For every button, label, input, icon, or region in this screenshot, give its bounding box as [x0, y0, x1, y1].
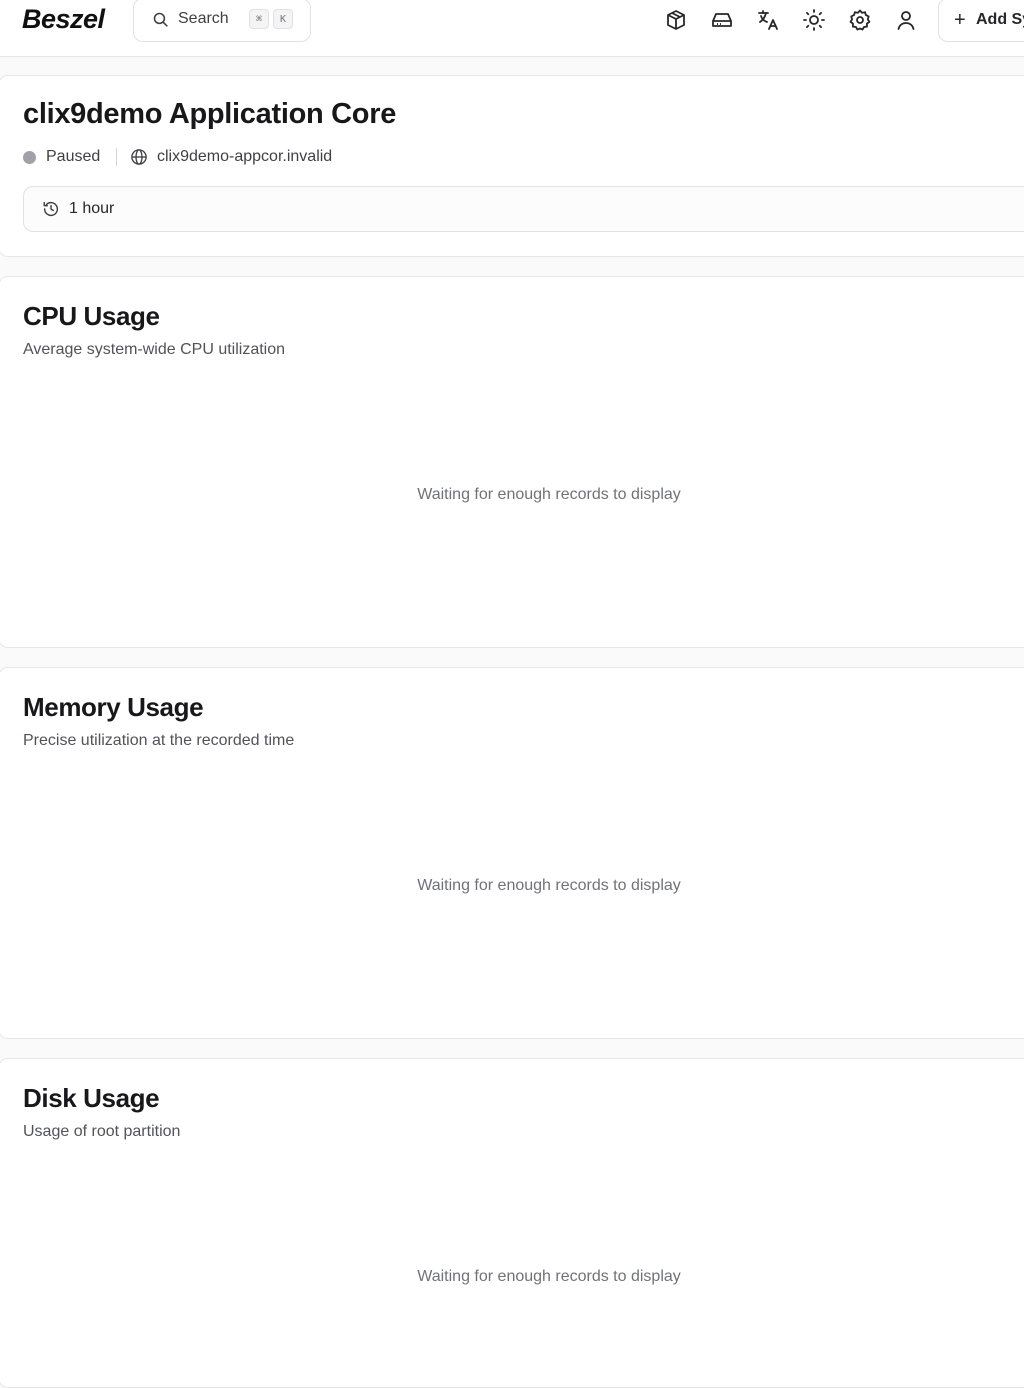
memory-chart-card: Memory Usage Precise utilization at the … [0, 667, 1024, 1039]
user-icon[interactable] [894, 8, 918, 32]
status-text: Paused [46, 148, 101, 165]
add-system-label: Add Sy [976, 11, 1024, 28]
chart-title: CPU Usage [23, 301, 160, 331]
search-button[interactable]: Search ⌘ K [133, 0, 311, 42]
top-navbar: Beszel Search ⌘ K + Add Sy [0, 0, 1024, 57]
chart-subtitle: Precise utilization at the recorded time [23, 732, 295, 749]
settings-gear-icon[interactable] [848, 8, 872, 32]
chart-empty-message: Waiting for enough records to display [417, 1268, 681, 1285]
chart-subtitle: Average system-wide CPU utilization [23, 341, 286, 358]
history-clock-icon [43, 201, 59, 217]
time-range-select[interactable]: 1 hour [23, 186, 1024, 232]
plus-icon: + [954, 9, 966, 31]
time-range-value: 1 hour [69, 200, 115, 217]
system-info-card: clix9demo Application Core Paused clix9d… [0, 75, 1024, 257]
divider [116, 148, 117, 166]
theme-sun-icon[interactable] [802, 8, 826, 32]
host-address: clix9demo-appcor.invalid [157, 148, 333, 165]
shortcut-key-cmd: ⌘ [249, 9, 269, 29]
search-label: Search [178, 10, 229, 27]
disk-chart-card: Disk Usage Usage of root partition Waiti… [0, 1058, 1024, 1388]
language-icon[interactable] [756, 8, 780, 32]
chart-title: Memory Usage [23, 692, 204, 722]
chart-title: Disk Usage [23, 1083, 160, 1113]
shortcut-key-k: K [273, 9, 293, 29]
system-title: clix9demo Application Core [23, 98, 397, 130]
cpu-chart-card: CPU Usage Average system-wide CPU utiliz… [0, 276, 1024, 648]
add-system-button[interactable]: + Add Sy [938, 0, 1024, 42]
chart-empty-message: Waiting for enough records to display [417, 877, 681, 894]
app-logo[interactable]: Beszel [22, 4, 105, 35]
chart-subtitle: Usage of root partition [23, 1123, 181, 1140]
status-dot [23, 151, 36, 164]
chart-empty-message: Waiting for enough records to display [417, 486, 681, 503]
globe-icon [131, 149, 147, 165]
drive-icon[interactable] [710, 8, 734, 32]
container-icon[interactable] [664, 8, 688, 32]
search-icon [153, 12, 168, 27]
